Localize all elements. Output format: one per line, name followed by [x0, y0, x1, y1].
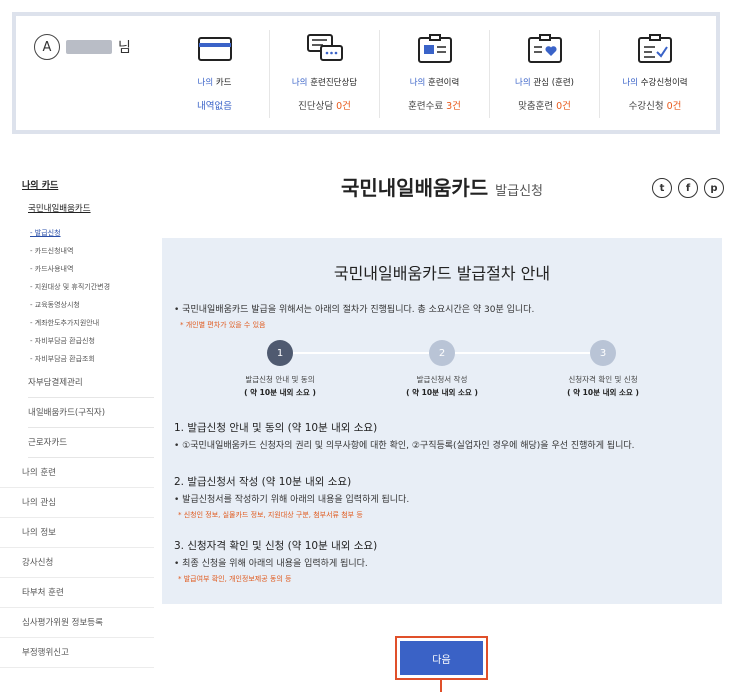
stat-value: 훈련수료 3건	[408, 101, 461, 112]
left-sidebar: 나의 카드 국민내일배움카드 - 발급신청 - 카드신청내역 - 카드사용내역 …	[0, 178, 154, 668]
step-label: 신청자격 확인 및 신청	[568, 375, 638, 384]
sidebar-item-change-eligibility[interactable]: - 지원대상 및 휴직기간변경	[30, 278, 154, 296]
stat-label: 나의 카드	[197, 78, 232, 88]
sidebar-item-card-usage[interactable]: - 카드사용내역	[30, 260, 154, 278]
panel-title: 국민내일배움카드 발급절차 안내	[333, 264, 551, 283]
id-card-icon	[417, 34, 452, 63]
sidebar-item-report[interactable]: 부정행위신고	[0, 638, 154, 668]
sidebar-item-self-pay[interactable]: 자부담결제관리	[28, 368, 154, 398]
user-avatar-icon: A	[34, 34, 60, 60]
sidebar-item-apply[interactable]: - 발급신청	[30, 224, 154, 242]
sidebar-item-video[interactable]: - 교육동영상시청	[30, 296, 154, 314]
print-icon[interactable]: p	[704, 178, 724, 198]
procedure-panel: 국민내일배움카드 발급절차 안내 • 국민내일배움카드 발급을 위해서는 아래의…	[162, 238, 722, 604]
stats-row: 나의 카드 내역없음 나의 훈련진단상담 진단상담 0건 나의 훈련이력 훈련수…	[160, 30, 710, 118]
step-3: 3 신청자격 확인 및 신청 ( 약 10분 내외 소요 )	[528, 340, 678, 398]
sidebar-item-card-apply-history[interactable]: - 카드신청내역	[30, 242, 154, 260]
section-1-text: • ①국민내일배움카드 신청자의 권리 및 의무사항에 대한 확인, ②구직등록…	[174, 441, 635, 451]
user-greeting: A 님	[34, 34, 131, 60]
sidebar-item-my-training[interactable]: 나의 훈련	[0, 458, 154, 488]
stat-value: 맞춤훈련 0건	[518, 101, 571, 112]
masked-user-name	[66, 40, 112, 54]
next-button[interactable]: 다음	[400, 641, 483, 675]
facebook-icon[interactable]: f	[678, 178, 698, 198]
my-summary-box: A 님 나의 카드 내역없음 나의 훈련진단상담 진단상담 0건 나의 훈련이력…	[12, 12, 720, 134]
section-2-note: * 신청인 정보, 실물카드 정보, 지원대상 구분, 첨부서류 첨부 등	[178, 511, 363, 519]
sidebar-item-refund-check[interactable]: - 자비부담금 환급조회	[30, 350, 154, 368]
stat-label: 나의 관심 (훈련)	[515, 78, 574, 88]
step-time: ( 약 10분 내외 소요 )	[567, 388, 639, 397]
sidebar-item-instructor[interactable]: 강사신청	[0, 548, 154, 578]
section-2-text: • 발급신청서를 작성하기 위해 아래의 내용을 입력하게 됩니다.	[174, 495, 410, 505]
stat-training-consult[interactable]: 나의 훈련진단상담 진단상담 0건	[270, 30, 380, 118]
section-3-title: 3. 신청자격 확인 및 신청 (약 10분 내외 소요)	[174, 540, 378, 552]
sidebar-item-my-interest[interactable]: 나의 관심	[0, 488, 154, 518]
stat-label: 나의 훈련이력	[409, 78, 460, 88]
stat-value: 수강신청 0건	[628, 101, 682, 112]
stat-label: 나의 훈련진단상담	[291, 78, 358, 88]
sidebar-item-jobseeker-card[interactable]: 내일배움카드(구직자)	[28, 398, 154, 428]
step-label: 발급신청서 작성	[416, 375, 468, 384]
sidebar-item-worker-card[interactable]: 근로자카드	[28, 428, 154, 458]
sidebar-item-evaluator[interactable]: 심사평가위원 정보등록	[0, 608, 154, 638]
stat-value: 진단상담 0건	[298, 101, 351, 112]
sidebar-head-my-card[interactable]: 나의 카드	[22, 178, 154, 194]
section-2-title: 2. 발급신청서 작성 (약 10분 내외 소요)	[174, 476, 352, 488]
section-3-text: • 최종 신청을 위해 아래의 내용을 입력하게 됩니다.	[174, 559, 368, 569]
checklist-icon	[638, 34, 672, 63]
sidebar-sub-national-card[interactable]: 국민내일배움카드	[28, 194, 154, 224]
page-title: 국민내일배움카드 발급신청	[340, 176, 543, 200]
share-buttons: t f p	[652, 178, 724, 198]
stat-enrollment-history[interactable]: 나의 수강신청이력 수강신청 0건	[600, 30, 710, 118]
card-icon	[197, 37, 232, 61]
stat-interest-training[interactable]: 나의 관심 (훈련) 맞춤훈련 0건	[490, 30, 600, 118]
step-2: 2 발급신청서 작성 ( 약 10분 내외 소요 )	[367, 340, 517, 398]
sidebar-item-other-ministry[interactable]: 타부처 훈련	[0, 578, 154, 608]
step-label: 발급신청 안내 및 동의	[245, 375, 315, 384]
intro-note: * 개인별 편차가 있을 수 있음	[180, 321, 266, 329]
step-time: ( 약 10분 내외 소요 )	[406, 388, 478, 397]
twitter-icon[interactable]: t	[652, 178, 672, 198]
heart-card-icon	[527, 34, 562, 63]
sidebar-item-refund-apply[interactable]: - 자비부담금 환급신청	[30, 332, 154, 350]
next-button-highlight: 다음	[395, 636, 488, 680]
step-number: 2	[429, 340, 455, 366]
stat-my-card[interactable]: 나의 카드 내역없음	[160, 30, 270, 118]
step-number: 3	[590, 340, 616, 366]
stat-training-history[interactable]: 나의 훈련이력 훈련수료 3건	[380, 30, 490, 118]
sidebar-item-limit-info[interactable]: - 계좌한도추가지원안내	[30, 314, 154, 332]
section-3-note: * 발급여부 확인, 개인정보제공 동의 등	[178, 575, 292, 583]
stat-value: 내역없음	[197, 101, 232, 112]
step-time: ( 약 10분 내외 소요 )	[244, 388, 316, 397]
user-name-suffix: 님	[118, 40, 131, 56]
section-1-title: 1. 발급신청 안내 및 동의 (약 10분 내외 소요)	[174, 422, 378, 434]
intro-text: • 국민내일배움카드 발급을 위해서는 아래의 절차가 진행됩니다. 총 소요시…	[174, 305, 535, 315]
sidebar-item-my-info[interactable]: 나의 정보	[0, 518, 154, 548]
chat-bubbles-icon	[306, 34, 343, 61]
highlight-pointer	[440, 680, 442, 692]
step-1: 1 발급신청 안내 및 동의 ( 약 10분 내외 소요 )	[205, 340, 355, 398]
step-number: 1	[267, 340, 293, 366]
stat-label: 나의 수강신청이력	[622, 78, 688, 88]
